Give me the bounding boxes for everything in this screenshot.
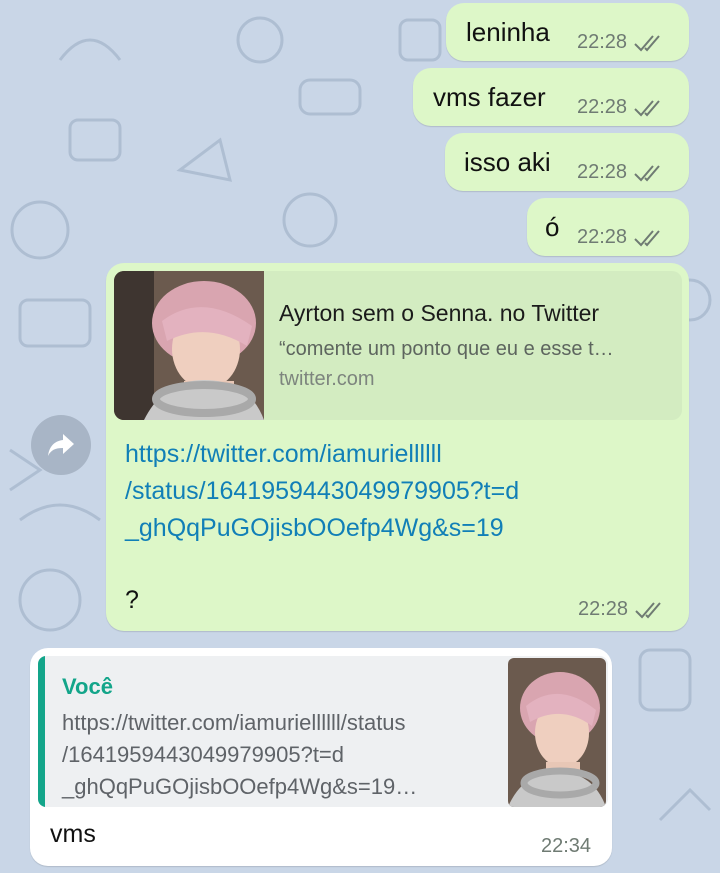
message-time: 22:34: [541, 835, 592, 857]
link-preview-description: “comente um ponto que eu e esse t…: [279, 338, 614, 360]
quote-text: https://twitter.com/iamuriellllll/status: [62, 710, 406, 735]
quote-author: Você: [62, 674, 113, 699]
message-time: 22:28: [577, 96, 628, 118]
link-preview-card[interactable]: Ayrton sem o Senna. no Twitter “comente …: [114, 271, 682, 420]
double-check-icon: [634, 229, 660, 246]
message-meta: 22:28: [577, 226, 665, 249]
message-text: ?: [125, 586, 139, 614]
message-meta: 22:28: [578, 598, 666, 621]
message-link[interactable]: https://twitter.com/iamuriellllll: [125, 440, 442, 469]
message-text: leninha: [466, 17, 550, 47]
quote-thumbnail: [508, 658, 606, 807]
forward-button[interactable]: [31, 415, 91, 475]
message-bubble[interactable]: vms fazer 22:28: [413, 68, 689, 126]
link-preview-thumbnail: [114, 271, 264, 420]
double-check-icon: [634, 99, 660, 116]
message-time: 22:28: [577, 161, 628, 183]
message-text: isso aki: [464, 147, 551, 177]
message-time: 22:28: [577, 226, 628, 248]
share-arrow-icon: [48, 434, 74, 456]
quoted-message[interactable]: Você https://twitter.com/iamuriellllll/s…: [38, 656, 608, 807]
message-time: 22:28: [577, 31, 628, 53]
message-meta: 22:28: [577, 96, 665, 119]
message-time: 22:28: [578, 598, 629, 620]
message-meta: 22:28: [577, 161, 665, 184]
message-link[interactable]: /status/1641959443049979905?t=d: [125, 477, 519, 506]
quote-text: /1641959443049979905?t=d: [62, 742, 345, 767]
message-link[interactable]: _ghQqPuGOjisbOOefp4Wg&s=19: [125, 514, 504, 543]
quote-accent-bar: [38, 656, 45, 807]
double-check-icon: [635, 601, 661, 618]
double-check-icon: [634, 34, 660, 51]
message-bubble[interactable]: isso aki 22:28: [445, 133, 689, 191]
link-preview-domain: twitter.com: [279, 368, 375, 390]
message-bubble[interactable]: ó 22:28: [527, 198, 689, 256]
message-text: ó: [545, 212, 560, 242]
message-text: vms fazer: [433, 82, 546, 112]
link-preview-title: Ayrton sem o Senna. no Twitter: [279, 300, 600, 326]
quote-text: _ghQqPuGOjisbOOefp4Wg&s=19…: [62, 774, 418, 799]
message-meta: 22:28: [577, 31, 665, 54]
message-text: vms: [50, 820, 96, 848]
double-check-icon: [634, 164, 660, 181]
message-bubble[interactable]: leninha 22:28: [446, 3, 689, 61]
